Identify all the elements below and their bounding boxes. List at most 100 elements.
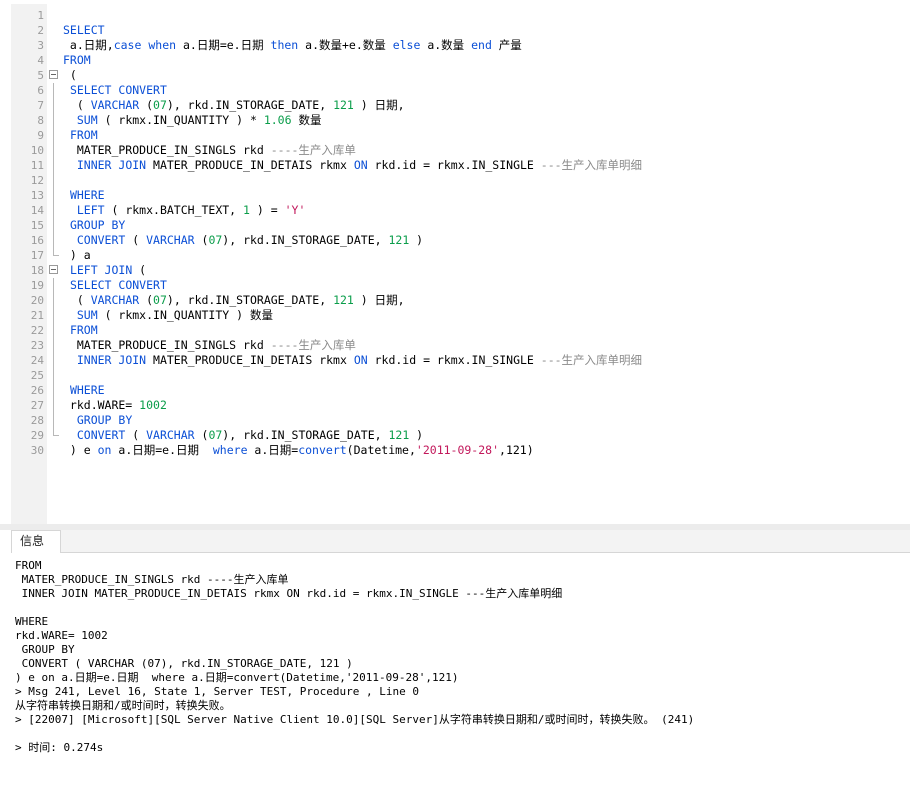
code-line[interactable]: 1 (11, 8, 910, 23)
code-line[interactable]: 13 WHERE (11, 188, 910, 203)
code-line[interactable]: 22 FROM (11, 323, 910, 338)
code-line[interactable]: 26 WHERE (11, 383, 910, 398)
fold-guide (53, 98, 54, 113)
code-line[interactable]: 8 SUM ( rkmx.IN_QUANTITY ) * 1.06 数量 (11, 113, 910, 128)
code-line[interactable]: 6 SELECT CONVERT (11, 83, 910, 98)
sql-text: MATER_PRODUCE_IN_SINGLS rkd (63, 143, 271, 157)
sql-text: ) 日期, (353, 98, 405, 112)
fold-guide (53, 323, 54, 338)
sql-keyword: CONVERT (76, 233, 126, 247)
fold-guide (53, 338, 54, 353)
code-line[interactable]: 23 MATER_PRODUCE_IN_SINGLS rkd ----生产入库单 (11, 338, 910, 353)
sql-keyword: VARCHAR (90, 293, 140, 307)
code-text: INNER JOIN MATER_PRODUCE_IN_DETAIS rkmx … (63, 353, 642, 368)
code-text: CONVERT ( VARCHAR (07), rkd.IN_STORAGE_D… (63, 233, 423, 248)
code-line[interactable]: 7 ( VARCHAR (07), rkd.IN_STORAGE_DATE, 1… (11, 98, 910, 113)
code-line[interactable]: 27 rkd.WARE= 1002 (11, 398, 910, 413)
sql-editor[interactable]: 1 2 SELECT 3 a.日期,case when a.日期=e.日期 then … (11, 4, 910, 524)
sql-text: ), rkd.IN_STORAGE_DATE, (222, 428, 389, 442)
code-line[interactable]: 17 ) a (11, 248, 910, 263)
sql-keyword: CONVERT (76, 428, 126, 442)
fold-guide (53, 353, 54, 368)
code-line[interactable]: 25 (11, 368, 910, 383)
line-number: 19 (30, 279, 44, 292)
sql-comment: ---生产入库单明细 (540, 353, 643, 367)
code-line[interactable]: 29 CONVERT ( VARCHAR (07), rkd.IN_STORAG… (11, 428, 910, 443)
fold-guide (53, 278, 54, 293)
code-text: SUM ( rkmx.IN_QUANTITY ) 数量 (63, 308, 273, 323)
sql-comment: ---生产入库单明细 (540, 158, 643, 172)
fold-collapse-icon[interactable] (49, 70, 58, 79)
tab-info[interactable]: 信息 (11, 530, 61, 553)
code-line[interactable]: 16 CONVERT ( VARCHAR (07), rkd.IN_STORAG… (11, 233, 910, 248)
line-number: 24 (30, 354, 44, 367)
code-line[interactable]: 14 LEFT ( rkmx.BATCH_TEXT, 1 ) = 'Y' (11, 203, 910, 218)
code-line[interactable]: 2 SELECT (11, 23, 910, 38)
line-number: 20 (30, 294, 44, 307)
code-text: ) a (63, 248, 91, 263)
sql-text: a.数量+e.数量 (298, 38, 393, 52)
code-text: SELECT CONVERT (63, 278, 167, 293)
fold-guide (53, 203, 54, 218)
sql-text: rkd.WARE= (63, 398, 140, 412)
code-line[interactable]: 30 ) e on a.日期=e.日期 where a.日期=convert(D… (11, 443, 910, 458)
sql-text: MATER_PRODUCE_IN_DETAIS rkmx (146, 353, 354, 367)
code-line[interactable]: 12 (11, 173, 910, 188)
sql-text: a.日期, (63, 38, 114, 52)
sql-keyword: ON (353, 353, 368, 367)
sql-text: ( rkmx.IN_QUANTITY ) 数量 (97, 308, 273, 322)
sql-text: rkd.id = rkmx.IN_SINGLE (367, 158, 541, 172)
sql-string: '2011-09-28' (415, 443, 500, 457)
code-text: SELECT CONVERT (63, 83, 167, 98)
sql-keyword: when (148, 38, 177, 52)
line-number: 12 (30, 174, 44, 187)
code-line[interactable]: 28 GROUP BY (11, 413, 910, 428)
sql-text: ,121) (499, 443, 534, 457)
result-tab-bar: 信息 (11, 530, 910, 553)
line-number: 18 (30, 264, 44, 277)
code-line[interactable]: 3 a.日期,case when a.日期=e.日期 then a.数量+e.数… (11, 38, 910, 53)
sql-number: 1002 (139, 398, 167, 412)
code-line[interactable]: 21 SUM ( rkmx.IN_QUANTITY ) 数量 (11, 308, 910, 323)
output-line: FROM (15, 559, 42, 572)
line-number: 5 (37, 69, 44, 82)
code-text: LEFT JOIN ( (63, 263, 146, 278)
fold-collapse-icon[interactable] (49, 265, 58, 274)
fold-guide (53, 308, 54, 323)
code-line[interactable]: 20 ( VARCHAR (07), rkd.IN_STORAGE_DATE, … (11, 293, 910, 308)
code-text: ( (63, 68, 77, 83)
sql-keyword: SUM (76, 308, 98, 322)
code-line[interactable]: 15 GROUP BY (11, 218, 910, 233)
sql-keyword: FROM (69, 323, 98, 337)
code-line[interactable]: 18 LEFT JOIN ( (11, 263, 910, 278)
code-line[interactable]: 24 INNER JOIN MATER_PRODUCE_IN_DETAIS rk… (11, 353, 910, 368)
code-line[interactable]: 11 INNER JOIN MATER_PRODUCE_IN_DETAIS rk… (11, 158, 910, 173)
code-text: INNER JOIN MATER_PRODUCE_IN_DETAIS rkmx … (63, 158, 642, 173)
code-line[interactable]: 4 FROM (11, 53, 910, 68)
code-line[interactable]: 10 MATER_PRODUCE_IN_SINGLS rkd ----生产入库单 (11, 143, 910, 158)
code-line[interactable]: 9 FROM (11, 128, 910, 143)
code-line[interactable]: 19 SELECT CONVERT (11, 278, 910, 293)
line-number: 8 (37, 114, 44, 127)
sql-number: 1.06 (263, 113, 292, 127)
sql-text: ( (139, 98, 154, 112)
sql-keyword: SUM (76, 113, 98, 127)
sql-text: ) e (63, 443, 98, 457)
output-line: rkd.WARE= 1002 (15, 629, 108, 642)
sql-text: ( rkmx.IN_QUANTITY ) * (97, 113, 264, 127)
line-number: 30 (30, 444, 44, 457)
output-line: > [22007] [Microsoft][SQL Server Native … (15, 713, 695, 726)
code-text: MATER_PRODUCE_IN_SINGLS rkd ----生产入库单 (63, 143, 356, 158)
sql-keyword: FROM (69, 128, 98, 142)
line-number: 17 (30, 249, 44, 262)
line-number: 6 (37, 84, 44, 97)
sql-text: ( (63, 293, 91, 307)
code-text: FROM (63, 323, 98, 338)
code-line[interactable]: 5 ( (11, 68, 910, 83)
sql-text: a.日期=e.日期 (111, 443, 213, 457)
